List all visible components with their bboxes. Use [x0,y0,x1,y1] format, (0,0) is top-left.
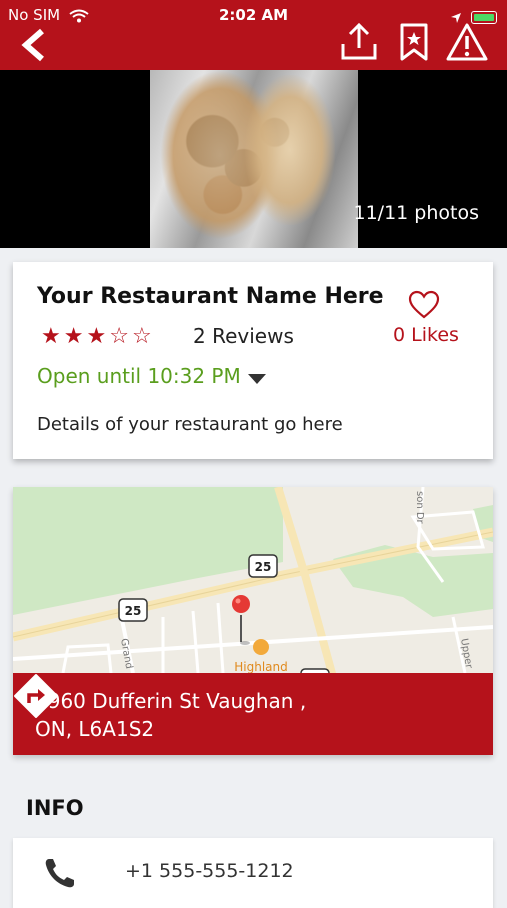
map-pin-icon[interactable] [232,595,250,645]
report-warning-button[interactable] [446,22,488,62]
star-empty-icon: ☆ [131,324,155,349]
star-filled-icon: ★ [41,324,64,349]
reviews-link[interactable]: 2 Reviews [193,324,294,348]
phone-row[interactable]: +1 555-555-1212 [13,838,493,908]
star-filled-icon: ★ [63,324,87,349]
phone-number[interactable]: +1 555-555-1212 [125,860,294,882]
photo-count-label: 11/11 photos [353,202,480,224]
address-line-2: ON, L6A1S2 [35,717,155,741]
likes-count[interactable]: 0 Likes [393,324,459,346]
route-shield: 25 [118,598,148,622]
directions-button[interactable] [13,673,59,719]
share-button[interactable] [338,22,380,62]
address-line-1: 9960 Dufferin St Vaughan , [35,689,307,713]
address-bar[interactable]: 9960 Dufferin St Vaughan , ON, L6A1S2 [13,673,493,755]
opening-hours[interactable]: Open until 10:32 PM [37,364,241,388]
hours-dropdown-icon[interactable] [248,374,266,384]
street-label: son Dr [414,491,425,525]
bookmark-button[interactable] [393,22,435,62]
info-heading: INFO [26,796,84,820]
back-button[interactable] [20,28,50,62]
route-shield: 25 [248,554,278,578]
star-empty-icon: ☆ [109,324,132,349]
star-filled-icon: ★ [86,324,110,349]
address-text: 9960 Dufferin St Vaughan , ON, L6A1S2 [35,687,306,743]
restaurant-details: Details of your restaurant go here [37,414,343,435]
top-bar: No SIM 2:02 AM [0,0,507,70]
phone-icon [45,859,74,888]
svg-text:25: 25 [125,604,142,618]
photo-gallery[interactable]: 11/11 photos [0,70,507,248]
rating-stars: ★★★☆☆ [41,324,155,349]
restaurant-photo[interactable] [150,70,358,248]
heart-icon[interactable] [408,290,440,320]
shopping-icon [253,639,269,655]
place-label: Highland [234,660,288,674]
restaurant-card: Your Restaurant Name Here ★★★☆☆ 2 Review… [13,262,493,459]
svg-text:25: 25 [255,560,272,574]
restaurant-name: Your Restaurant Name Here [37,284,384,309]
location-map[interactable]: 25 25 63 Grand son Dr Upper Highland 996… [13,487,493,755]
